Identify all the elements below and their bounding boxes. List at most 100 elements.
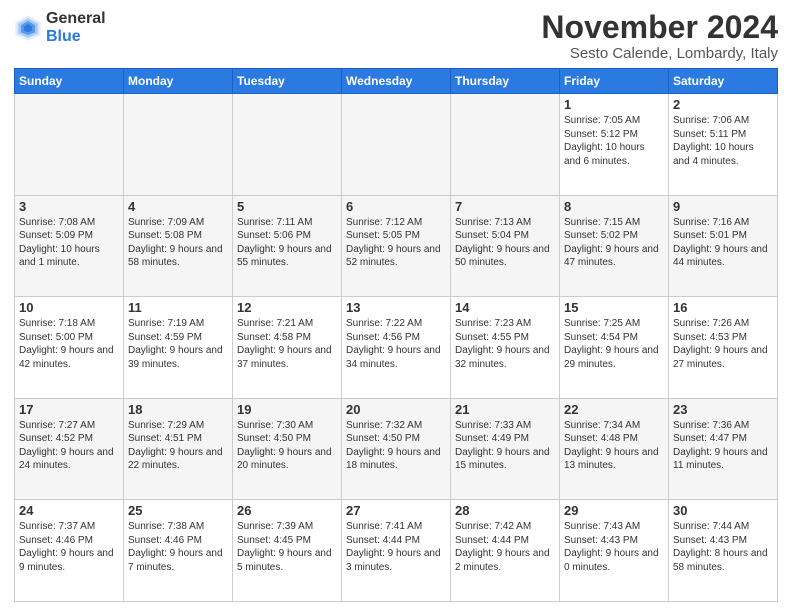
day-number: 4 [128,199,228,214]
table-row: 28 Sunrise: 7:42 AM Sunset: 4:44 PM Dayli… [451,500,560,602]
day-info: Sunrise: 7:18 AM Sunset: 5:00 PM Dayligh… [19,317,119,371]
day-info: Sunrise: 7:29 AM Sunset: 4:51 PM Dayligh… [128,419,228,473]
logo: General Blue [14,10,106,45]
col-sunday: Sunday [15,69,124,94]
day-number: 15 [564,300,664,315]
day-info: Sunrise: 7:41 AM Sunset: 4:44 PM Dayligh… [346,520,446,574]
col-friday: Friday [560,69,669,94]
day-info: Sunrise: 7:37 AM Sunset: 4:46 PM Dayligh… [19,520,119,574]
table-row [15,94,124,196]
day-number: 7 [455,199,555,214]
logo-general-text: General [46,10,106,28]
day-info: Sunrise: 7:25 AM Sunset: 4:54 PM Dayligh… [564,317,664,371]
day-number: 12 [237,300,337,315]
table-row: 6Sunrise: 7:12 AM Sunset: 5:05 PM Daylig… [342,195,451,297]
day-info: Sunrise: 7:36 AM Sunset: 4:47 PM Dayligh… [673,419,773,473]
table-row: 3 Sunrise: 7:08 AM Sunset: 5:09 PM Daylig… [15,195,124,297]
day-number: 18 [128,402,228,417]
table-row: 30 Sunrise: 7:44 AM Sunset: 4:43 PM Dayli… [669,500,778,602]
day-info: Sunrise: 7:42 AM Sunset: 4:44 PM Dayligh… [455,520,555,574]
day-number: 27 [346,503,446,518]
day-number: 13 [346,300,446,315]
day-number: 14 [455,300,555,315]
logo-icon [14,14,42,42]
day-number: 22 [564,402,664,417]
day-number: 11 [128,300,228,315]
table-row: 2Sunrise: 7:06 AM Sunset: 5:11 PM Daylig… [669,94,778,196]
day-number: 17 [19,402,119,417]
day-info: Sunrise: 7:44 AM Sunset: 4:43 PM Dayligh… [673,520,773,574]
table-row: 4 Sunrise: 7:09 AM Sunset: 5:08 PM Daylig… [124,195,233,297]
day-number: 30 [673,503,773,518]
col-thursday: Thursday [451,69,560,94]
day-number: 1 [564,97,664,112]
day-info: Sunrise: 7:05 AM Sunset: 5:12 PM Dayligh… [564,114,664,168]
header: General Blue November 2024 Sesto Calende… [14,10,778,62]
table-row [233,94,342,196]
day-info: Sunrise: 7:38 AM Sunset: 4:46 PM Dayligh… [128,520,228,574]
day-number: 8 [564,199,664,214]
table-row: 19 Sunrise: 7:30 AM Sunset: 4:50 PM Dayli… [233,398,342,500]
page-subtitle: Sesto Calende, Lombardy, Italy [541,45,778,62]
table-row: 14 Sunrise: 7:23 AM Sunset: 4:55 PM Dayli… [451,297,560,399]
col-monday: Monday [124,69,233,94]
day-info: Sunrise: 7:13 AM Sunset: 5:04 PM Dayligh… [455,216,555,270]
table-row: 21 Sunrise: 7:33 AM Sunset: 4:49 PM Dayli… [451,398,560,500]
table-row [451,94,560,196]
calendar-week-row: 3 Sunrise: 7:08 AM Sunset: 5:09 PM Daylig… [15,195,778,297]
day-number: 24 [19,503,119,518]
table-row: 22 Sunrise: 7:34 AM Sunset: 4:48 PM Dayli… [560,398,669,500]
day-info: Sunrise: 7:26 AM Sunset: 4:53 PM Dayligh… [673,317,773,371]
day-info: Sunrise: 7:22 AM Sunset: 4:56 PM Dayligh… [346,317,446,371]
page-title: November 2024 [541,10,778,45]
calendar-week-row: 17Sunrise: 7:27 AM Sunset: 4:52 PM Dayli… [15,398,778,500]
day-number: 26 [237,503,337,518]
day-number: 28 [455,503,555,518]
table-row [124,94,233,196]
table-row: 27 Sunrise: 7:41 AM Sunset: 4:44 PM Dayli… [342,500,451,602]
day-number: 3 [19,199,119,214]
day-info: Sunrise: 7:08 AM Sunset: 5:09 PM Dayligh… [19,216,119,270]
day-info: Sunrise: 7:09 AM Sunset: 5:08 PM Dayligh… [128,216,228,270]
table-row: 18 Sunrise: 7:29 AM Sunset: 4:51 PM Dayli… [124,398,233,500]
logo-blue-text: Blue [46,28,106,46]
table-row: 23Sunrise: 7:36 AM Sunset: 4:47 PM Dayli… [669,398,778,500]
day-info: Sunrise: 7:39 AM Sunset: 4:45 PM Dayligh… [237,520,337,574]
day-info: Sunrise: 7:15 AM Sunset: 5:02 PM Dayligh… [564,216,664,270]
day-info: Sunrise: 7:30 AM Sunset: 4:50 PM Dayligh… [237,419,337,473]
day-number: 25 [128,503,228,518]
calendar-table: Sunday Monday Tuesday Wednesday Thursday… [14,68,778,602]
day-number: 5 [237,199,337,214]
day-info: Sunrise: 7:32 AM Sunset: 4:50 PM Dayligh… [346,419,446,473]
day-info: Sunrise: 7:43 AM Sunset: 4:43 PM Dayligh… [564,520,664,574]
table-row: 12Sunrise: 7:21 AM Sunset: 4:58 PM Dayli… [233,297,342,399]
table-row: 20 Sunrise: 7:32 AM Sunset: 4:50 PM Dayli… [342,398,451,500]
col-tuesday: Tuesday [233,69,342,94]
table-row: 15 Sunrise: 7:25 AM Sunset: 4:54 PM Dayli… [560,297,669,399]
day-info: Sunrise: 7:33 AM Sunset: 4:49 PM Dayligh… [455,419,555,473]
table-row: 29 Sunrise: 7:43 AM Sunset: 4:43 PM Dayli… [560,500,669,602]
day-info: Sunrise: 7:11 AM Sunset: 5:06 PM Dayligh… [237,216,337,270]
col-wednesday: Wednesday [342,69,451,94]
day-info: Sunrise: 7:06 AM Sunset: 5:11 PM Dayligh… [673,114,773,168]
day-number: 20 [346,402,446,417]
day-number: 16 [673,300,773,315]
day-number: 29 [564,503,664,518]
day-info: Sunrise: 7:19 AM Sunset: 4:59 PM Dayligh… [128,317,228,371]
table-row: 7 Sunrise: 7:13 AM Sunset: 5:04 PM Daylig… [451,195,560,297]
col-saturday: Saturday [669,69,778,94]
day-info: Sunrise: 7:12 AM Sunset: 5:05 PM Dayligh… [346,216,446,270]
day-info: Sunrise: 7:23 AM Sunset: 4:55 PM Dayligh… [455,317,555,371]
table-row: 17Sunrise: 7:27 AM Sunset: 4:52 PM Dayli… [15,398,124,500]
table-row: 8 Sunrise: 7:15 AM Sunset: 5:02 PM Daylig… [560,195,669,297]
day-number: 21 [455,402,555,417]
calendar-header-row: Sunday Monday Tuesday Wednesday Thursday… [15,69,778,94]
day-info: Sunrise: 7:16 AM Sunset: 5:01 PM Dayligh… [673,216,773,270]
table-row: 16 Sunrise: 7:26 AM Sunset: 4:53 PM Dayli… [669,297,778,399]
table-row: 10Sunrise: 7:18 AM Sunset: 5:00 PM Dayli… [15,297,124,399]
day-number: 19 [237,402,337,417]
table-row: 24 Sunrise: 7:37 AM Sunset: 4:46 PM Dayli… [15,500,124,602]
day-info: Sunrise: 7:34 AM Sunset: 4:48 PM Dayligh… [564,419,664,473]
page: General Blue November 2024 Sesto Calende… [0,0,792,612]
title-block: November 2024 Sesto Calende, Lombardy, I… [541,10,778,62]
